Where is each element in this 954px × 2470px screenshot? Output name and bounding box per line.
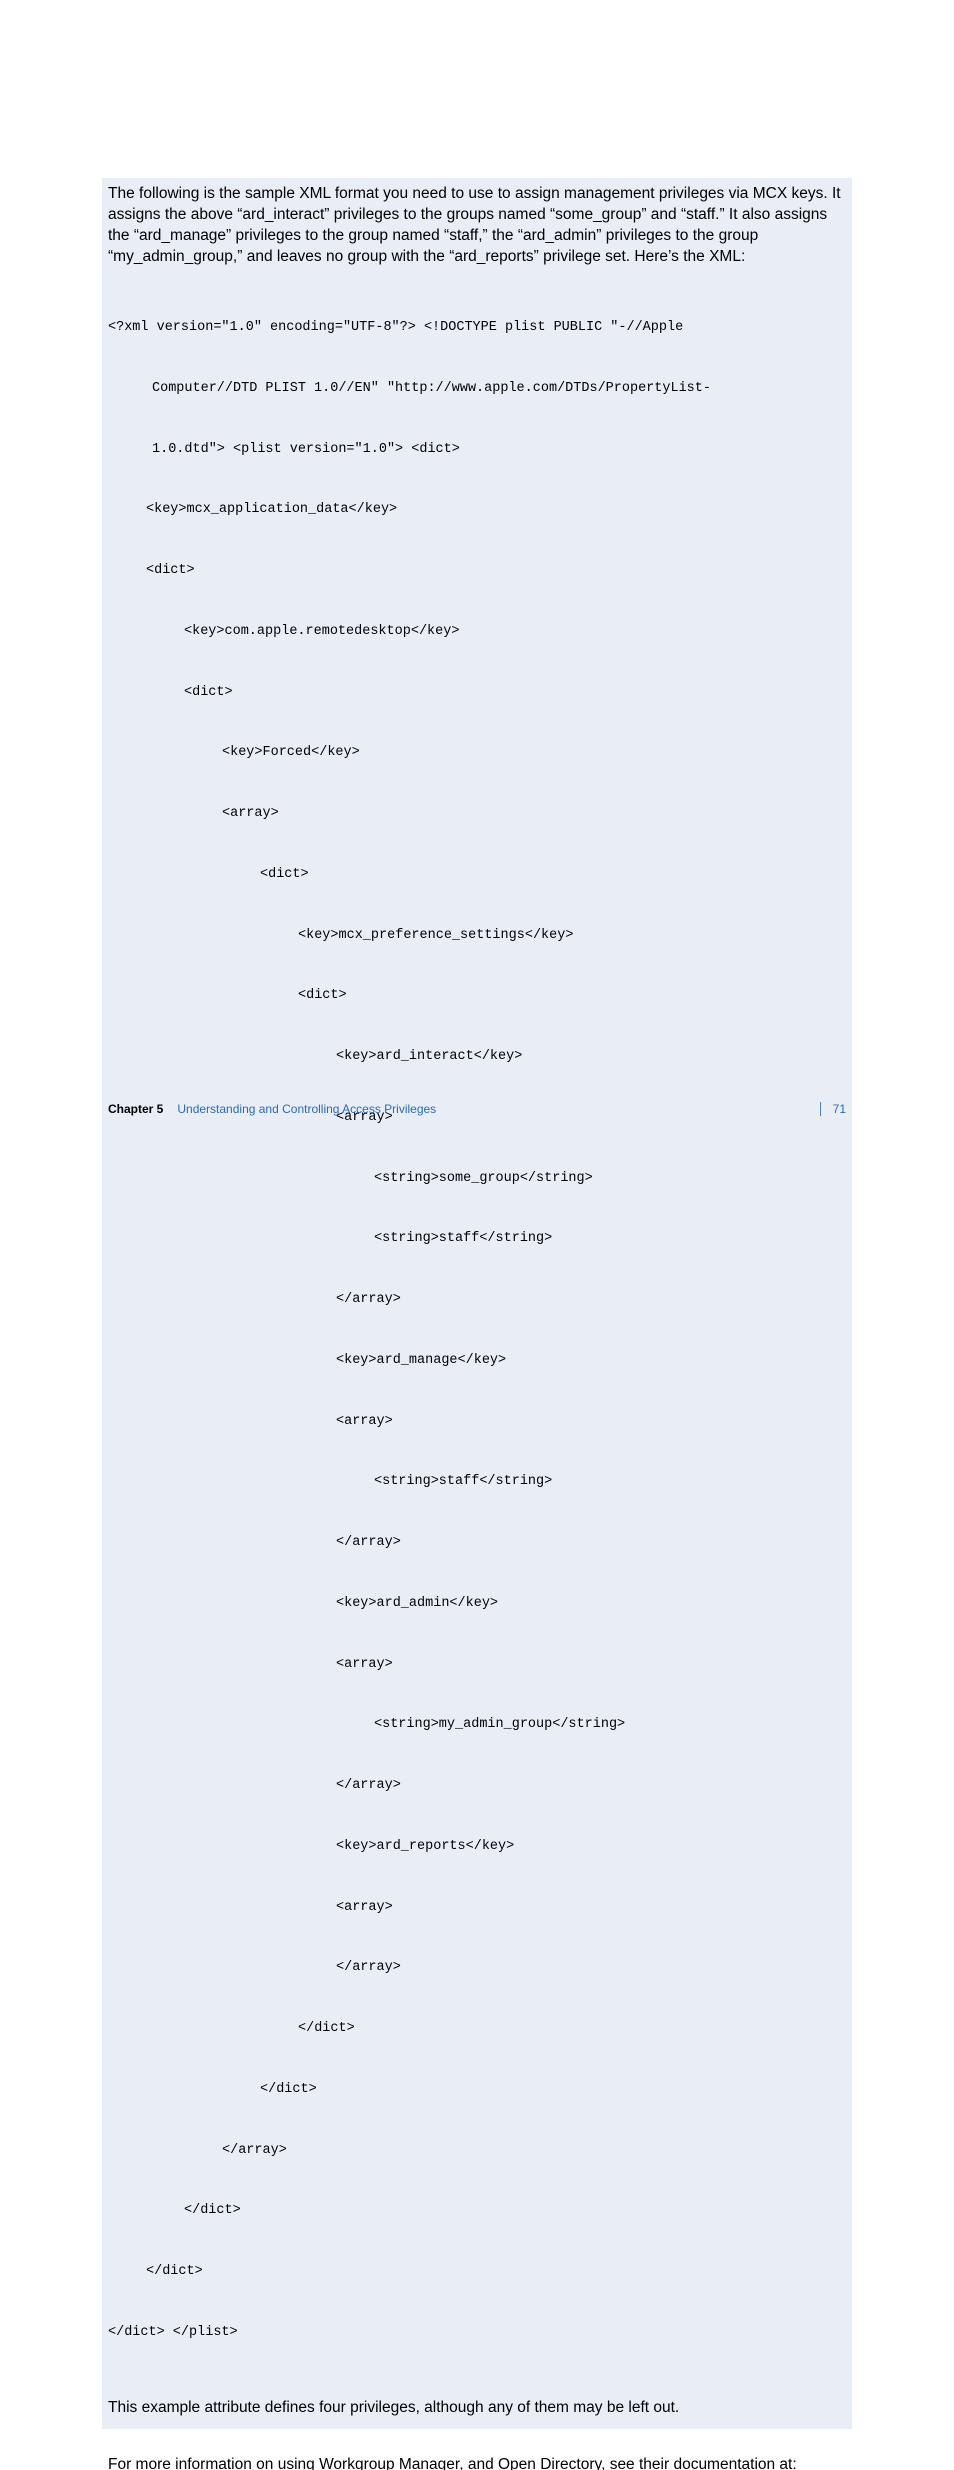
code-line: <key>com.apple.remotedesktop</key> <box>108 622 846 642</box>
code-line: </dict> <box>108 2019 846 2039</box>
code-block: <?xml version="1.0" encoding="UTF-8"?> <… <box>108 278 846 2384</box>
footer-separator <box>820 1102 821 1116</box>
code-line: <array> <box>108 1655 846 1675</box>
page-number: 71 <box>833 1101 846 1117</box>
code-line: <dict> <box>108 986 846 1006</box>
chapter-label: Chapter 5 <box>108 1101 163 1117</box>
code-line: <key>ard_interact</key> <box>108 1047 846 1067</box>
intro-paragraph: The following is the sample XML format y… <box>108 184 846 268</box>
code-line: <key>mcx_application_data</key> <box>108 500 846 520</box>
code-line: <dict> <box>108 865 846 885</box>
code-line: </dict> <box>108 2201 846 2221</box>
code-line: Computer//DTD PLIST 1.0//EN" "http://www… <box>108 379 846 399</box>
code-line: <key>mcx_preference_settings</key> <box>108 926 846 946</box>
page-footer: Chapter 5 Understanding and Controlling … <box>108 1101 846 1117</box>
code-line: </array> <box>108 2141 846 2161</box>
code-line: </dict> <box>108 2262 846 2282</box>
code-line: <string>some_group</string> <box>108 1169 846 1189</box>
highlight-block: The following is the sample XML format y… <box>102 178 852 2429</box>
code-line: </array> <box>108 1958 846 1978</box>
code-line: </dict> <box>108 2080 846 2100</box>
more-info-block: For more information on using Workgroup … <box>108 2455 846 2470</box>
code-line: <key>ard_reports</key> <box>108 1837 846 1857</box>
code-line: <string>staff</string> <box>108 1472 846 1492</box>
page: The following is the sample XML format y… <box>0 0 954 1235</box>
code-line: <key>ard_admin</key> <box>108 1594 846 1614</box>
code-line: <array> <box>108 1898 846 1918</box>
code-line: 1.0.dtd"> <plist version="1.0"> <dict> <box>108 440 846 460</box>
code-line: <array> <box>108 804 846 824</box>
chapter-title: Understanding and Controlling Access Pri… <box>177 1101 436 1117</box>
closing-paragraph: This example attribute defines four priv… <box>108 2398 846 2419</box>
more-info-text: For more information on using Workgroup … <box>108 2455 846 2470</box>
footer-left: Chapter 5 Understanding and Controlling … <box>108 1101 436 1117</box>
code-line: </array> <box>108 1290 846 1310</box>
code-line: <key>Forced</key> <box>108 743 846 763</box>
code-line: <dict> <box>108 561 846 581</box>
code-line: <?xml version="1.0" encoding="UTF-8"?> <… <box>108 318 846 338</box>
code-line: <dict> <box>108 683 846 703</box>
code-line: </array> <box>108 1533 846 1553</box>
footer-right: 71 <box>810 1101 846 1117</box>
code-line: </dict> </plist> <box>108 2323 846 2343</box>
code-line: <key>ard_manage</key> <box>108 1351 846 1371</box>
code-line: <string>staff</string> <box>108 1229 846 1249</box>
code-line: <string>my_admin_group</string> <box>108 1715 846 1735</box>
code-line: </array> <box>108 1776 846 1796</box>
code-line: <array> <box>108 1412 846 1432</box>
